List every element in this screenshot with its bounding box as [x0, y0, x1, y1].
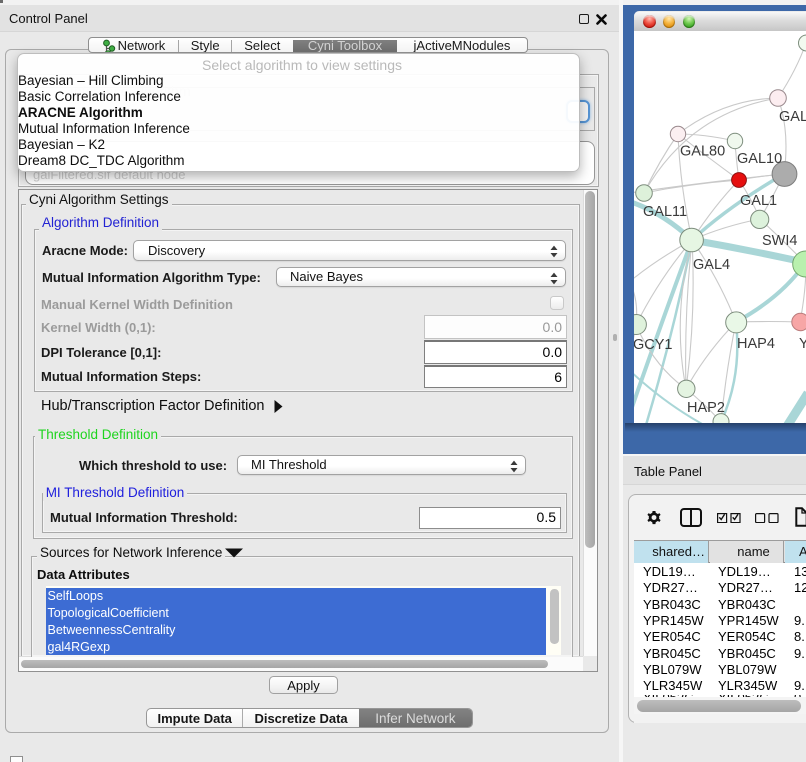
svg-text:GAL1: GAL1 [740, 193, 777, 209]
svg-text:GAL4: GAL4 [693, 257, 730, 273]
svg-text:GAL80: GAL80 [680, 144, 725, 160]
svg-text:HAP4: HAP4 [737, 336, 775, 352]
svg-text:Y: Y [799, 336, 806, 352]
svg-text:GAL10: GAL10 [737, 151, 782, 167]
svg-text:GAL11: GAL11 [643, 204, 687, 220]
svg-text:GAL7: GAL7 [779, 109, 806, 125]
svg-text:HAP2: HAP2 [687, 400, 725, 416]
svg-text:GCY1: GCY1 [634, 337, 673, 353]
svg-text:SWI4: SWI4 [762, 233, 797, 249]
